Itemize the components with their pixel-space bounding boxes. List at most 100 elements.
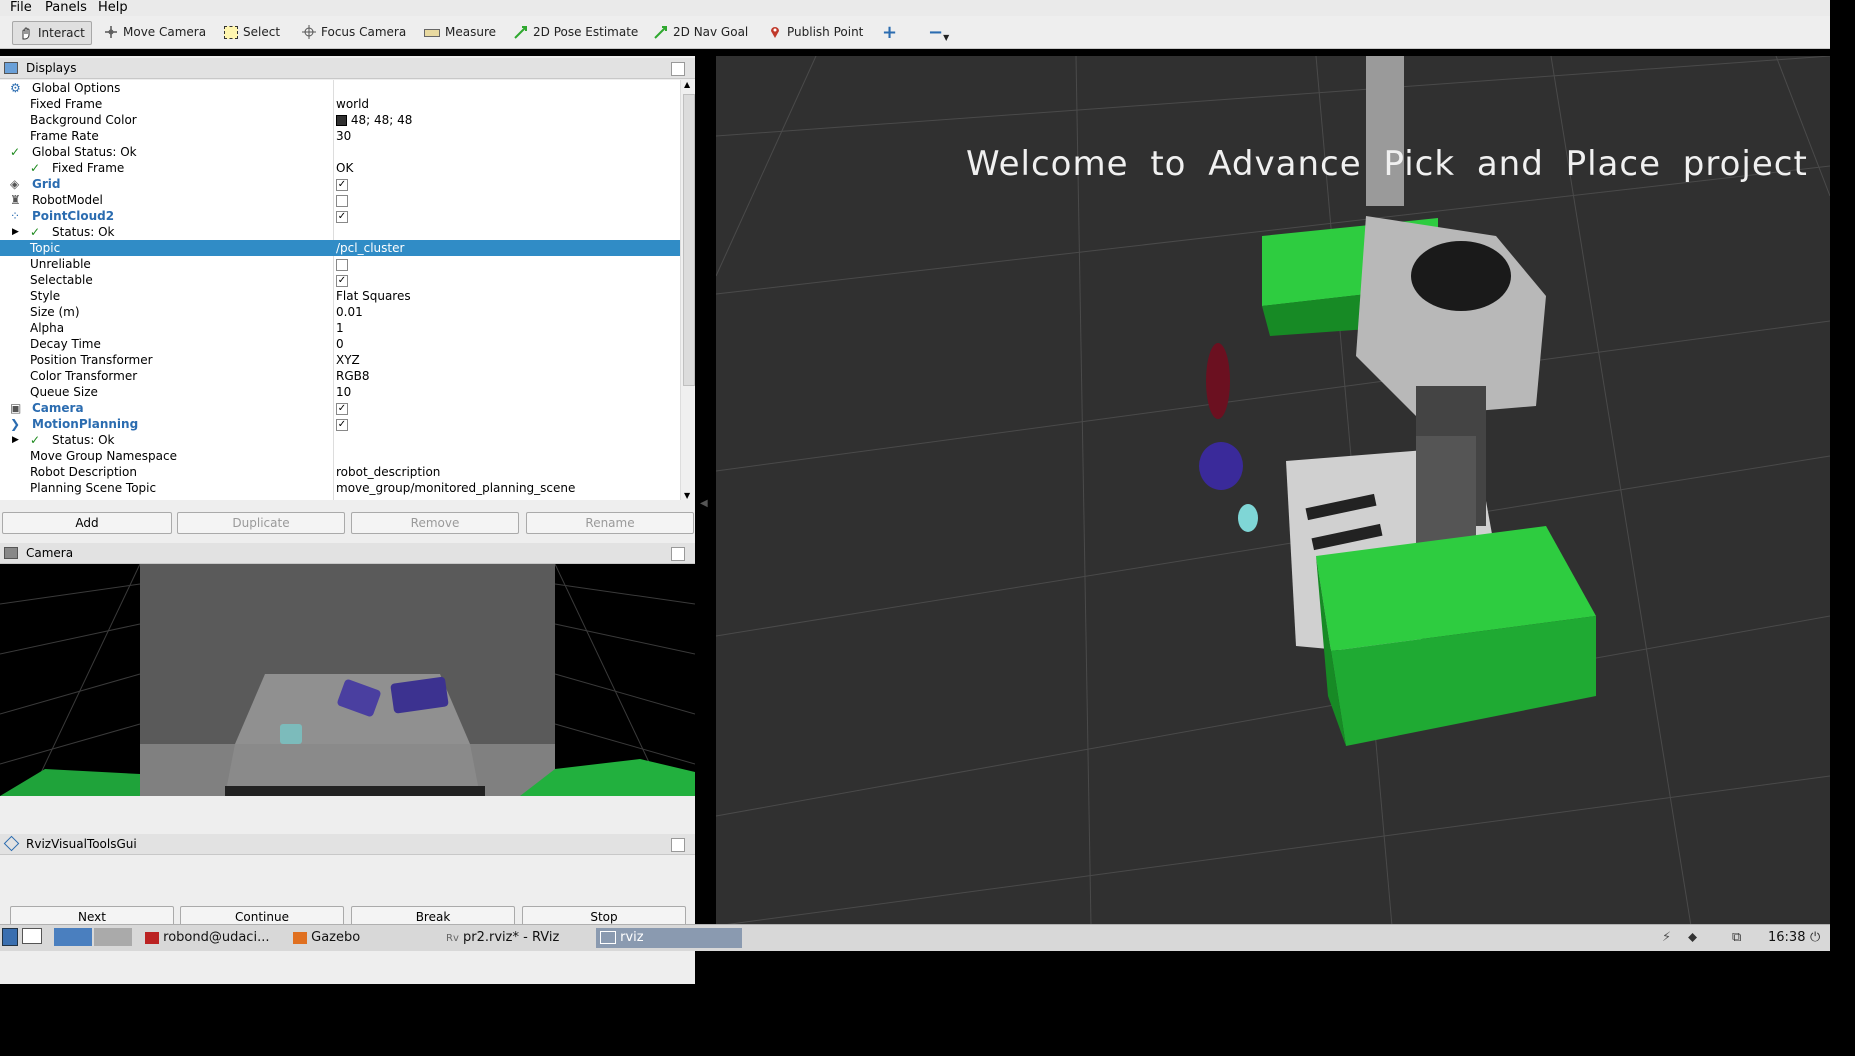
camera-checkbox[interactable]: ✓ xyxy=(336,402,348,415)
color-transformer-value[interactable]: RGB8 xyxy=(336,368,370,384)
tree-row-alpha[interactable]: Alpha 1 xyxy=(0,320,680,336)
minus-icon: − xyxy=(928,21,944,43)
grid-label: Grid xyxy=(32,177,61,191)
add-tool-button[interactable]: + xyxy=(882,21,897,43)
camera-panel-title: Camera xyxy=(26,546,74,560)
menu-help[interactable]: Help xyxy=(98,0,128,16)
clock[interactable]: 16:38 xyxy=(1768,928,1805,948)
focus-camera-tool[interactable]: Focus Camera xyxy=(302,21,406,43)
grid-checkbox[interactable]: ✓ xyxy=(336,178,348,191)
alpha-value[interactable]: 1 xyxy=(336,320,344,336)
fixed-frame-value[interactable]: world xyxy=(336,96,369,112)
topic-value[interactable]: /pcl_cluster xyxy=(336,240,404,256)
background-color-value[interactable]: 48; 48; 48 xyxy=(336,112,412,128)
duplicate-display-button[interactable]: Duplicate xyxy=(177,512,345,534)
tree-row-robot-description[interactable]: Robot Description robot_description xyxy=(0,464,680,480)
size-value[interactable]: 0.01 xyxy=(336,304,363,320)
workspace-1[interactable] xyxy=(54,928,92,946)
collapse-arrow-icon[interactable]: ◀ xyxy=(700,498,708,509)
menu-panels[interactable]: Panels xyxy=(45,0,87,16)
tree-row-motionplanning[interactable]: ❯ MotionPlanning ✓ xyxy=(0,416,680,432)
tree-row-topic[interactable]: Topic /pcl_cluster xyxy=(0,240,680,256)
tree-row-grid[interactable]: ◈ Grid ✓ xyxy=(0,176,680,192)
rviz-window-task[interactable]: Rv pr2.rviz* - RViz xyxy=(446,928,559,948)
tree-row-queue-size[interactable]: Queue Size 10 xyxy=(0,384,680,400)
pose-estimate-tool[interactable]: 2D Pose Estimate xyxy=(514,21,638,43)
publish-point-tool[interactable]: Publish Point xyxy=(768,21,863,43)
tree-row-fixed-frame[interactable]: Fixed Frame world xyxy=(0,96,680,112)
pointcloud2-checkbox[interactable]: ✓ xyxy=(336,210,348,223)
shutdown-icon[interactable]: ⏻ xyxy=(1810,928,1820,948)
tree-row-camera[interactable]: ▣ Camera ✓ xyxy=(0,400,680,416)
queue-size-value[interactable]: 10 xyxy=(336,384,351,400)
select-tool[interactable]: Select xyxy=(224,21,280,43)
displays-scrollbar[interactable]: ▲ ▼ xyxy=(680,80,695,500)
rviz-tools-float-button[interactable] xyxy=(671,838,685,852)
robot-description-value[interactable]: robot_description xyxy=(336,464,440,480)
tree-row-global-options[interactable]: ⚙ Global Options xyxy=(0,80,680,96)
tree-row-decay-time[interactable]: Decay Time 0 xyxy=(0,336,680,352)
tree-row-global-status[interactable]: ✓ Global Status: Ok xyxy=(0,144,680,160)
tree-row-color-transformer[interactable]: Color Transformer RGB8 xyxy=(0,368,680,384)
workspace-2[interactable] xyxy=(94,928,132,946)
rename-display-button[interactable]: Rename xyxy=(526,512,694,534)
tree-row-unreliable[interactable]: Unreliable xyxy=(0,256,680,272)
displays-float-button[interactable] xyxy=(671,62,685,76)
mp-status-label: Status: Ok xyxy=(52,433,115,447)
warning-icon[interactable]: ⬥ xyxy=(1688,928,1697,948)
selectable-checkbox[interactable]: ✓ xyxy=(336,274,348,287)
camera-image-view[interactable] xyxy=(0,564,695,796)
scroll-up-icon[interactable]: ▲ xyxy=(684,80,690,89)
robotmodel-checkbox[interactable] xyxy=(336,194,348,207)
expand-arrow-icon[interactable]: ▶ xyxy=(12,432,19,448)
tree-row-size[interactable]: Size (m) 0.01 xyxy=(0,304,680,320)
start-menu-icon[interactable] xyxy=(2,928,18,946)
monitor-icon xyxy=(4,62,18,74)
show-desktop-icon[interactable] xyxy=(22,928,42,944)
displays-tree: ⚙ Global Options Fixed Frame world Backg… xyxy=(0,80,680,500)
expand-arrow-icon[interactable]: ▶ xyxy=(12,224,19,240)
tree-row-planning-scene-topic[interactable]: Planning Scene Topic move_group/monitore… xyxy=(0,480,680,496)
rviz-task[interactable]: rviz xyxy=(596,928,742,948)
style-value[interactable]: Flat Squares xyxy=(336,288,411,304)
network-icon[interactable]: ⧉ xyxy=(1732,928,1741,948)
planning-scene-topic-value[interactable]: move_group/monitored_planning_scene xyxy=(336,480,575,496)
scroll-down-icon[interactable]: ▼ xyxy=(684,491,690,500)
render-3d-view[interactable]: Welcome to Advance Pick and Place projec… xyxy=(716,56,1830,926)
position-transformer-value[interactable]: XYZ xyxy=(336,352,360,368)
taskbar: robond@udaci... Gazebo Rv pr2.rviz* - RV… xyxy=(0,924,1830,951)
scroll-thumb[interactable] xyxy=(683,94,695,386)
tree-row-frame-rate[interactable]: Frame Rate 30 xyxy=(0,128,680,144)
plus-icon: + xyxy=(882,21,898,43)
motionplanning-checkbox[interactable]: ✓ xyxy=(336,418,348,431)
dropdown-arrow-icon: ▼ xyxy=(943,32,950,42)
tree-row-background-color[interactable]: Background Color 48; 48; 48 xyxy=(0,112,680,128)
tree-row-fixed-frame-status[interactable]: ✓ Fixed Frame OK xyxy=(0,160,680,176)
pc-status-label: Status: Ok xyxy=(52,225,115,239)
interact-tool[interactable]: Interact xyxy=(12,21,92,45)
add-display-button[interactable]: Add xyxy=(2,512,172,534)
gazebo-task[interactable]: Gazebo xyxy=(293,928,360,948)
tree-row-position-transformer[interactable]: Position Transformer XYZ xyxy=(0,352,680,368)
terminal-task[interactable]: robond@udaci... xyxy=(145,928,269,948)
power-bolt-icon[interactable]: ⚡ xyxy=(1662,928,1671,948)
tree-row-mp-status[interactable]: ▶ ✓ Status: Ok xyxy=(0,432,680,448)
tree-row-selectable[interactable]: Selectable ✓ xyxy=(0,272,680,288)
remove-display-button[interactable]: Remove xyxy=(351,512,519,534)
remove-tool-button[interactable]: − ▼ xyxy=(928,21,949,43)
tree-row-pointcloud2[interactable]: ⁘ PointCloud2 ✓ xyxy=(0,208,680,224)
planning-scene-topic-label: Planning Scene Topic xyxy=(30,481,157,495)
tree-row-style[interactable]: Style Flat Squares xyxy=(0,288,680,304)
measure-tool[interactable]: Measure xyxy=(424,21,496,43)
nav-goal-tool[interactable]: 2D Nav Goal xyxy=(654,21,748,43)
move-camera-tool[interactable]: Move Camera xyxy=(104,21,206,43)
camera-float-button[interactable] xyxy=(671,547,685,561)
unreliable-checkbox[interactable] xyxy=(336,258,348,271)
frame-rate-value[interactable]: 30 xyxy=(336,128,351,144)
fixed-frame-status-label: Fixed Frame xyxy=(52,161,125,175)
tree-row-robotmodel[interactable]: ♜ RobotModel xyxy=(0,192,680,208)
tree-row-pc-status[interactable]: ▶ ✓ Status: Ok xyxy=(0,224,680,240)
menu-file[interactable]: File xyxy=(10,0,32,16)
tree-row-move-group-namespace[interactable]: Move Group Namespace xyxy=(0,448,680,464)
decay-time-value[interactable]: 0 xyxy=(336,336,344,352)
